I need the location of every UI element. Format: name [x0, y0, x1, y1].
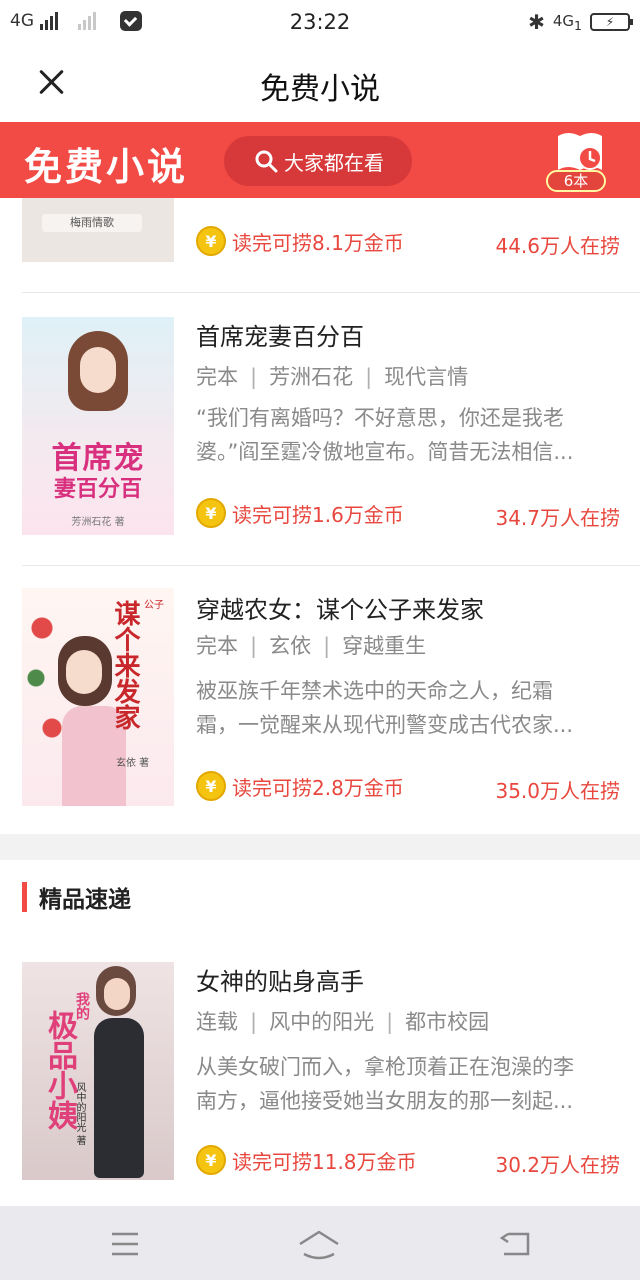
menu-icon[interactable]	[102, 1224, 148, 1264]
book-title[interactable]: 首席宠妻百分百	[196, 317, 364, 352]
book-description: 从美女破门而入，拿枪顶着正在泡澡的李 南方，逼他接受她当女朋友的那一刻起...	[196, 1055, 574, 1113]
book-meta: 连载 | 风中的阳光 | 都市校园	[196, 1010, 490, 1034]
book-status: 连载	[196, 1010, 238, 1034]
book-status: 完本	[196, 634, 238, 658]
book-meta: 完本 | 玄依 | 穿越重生	[196, 634, 427, 658]
readers-count: 34.7万人在捞	[495, 506, 620, 530]
book-genre: 穿越重生	[342, 634, 427, 658]
section-title: 精品速递	[39, 887, 131, 913]
search-icon	[255, 150, 278, 173]
list-item[interactable]: 极品小姨 我的 风中的阳光 著 女神的贴身高手 连载 | 风中的阳光 | 都市校园 从美…	[0, 938, 640, 1206]
readers-count: 44.6万人在捞	[495, 234, 620, 258]
cover-badge: 我的	[74, 992, 90, 1020]
coin-reward-text: 读完可捞11.8万金币	[232, 1149, 417, 1174]
bookshelf-icon	[558, 133, 602, 170]
coin-reward-text: 读完可捞2.8万金币	[232, 775, 404, 800]
coin-reward: ¥ 读完可捞8.1万金币	[196, 226, 404, 256]
list-item[interactable]: 梅雨情歌 ¥ 读完可捞8.1万金币 44.6万人在捞	[0, 198, 640, 292]
book-title[interactable]: 穿越农女：谋个公子来发家	[196, 590, 484, 625]
search-label: 大家都在看	[284, 150, 384, 175]
coin-icon: ¥	[196, 1145, 226, 1175]
title-bar: 免费小说	[0, 46, 640, 122]
coin-reward-text: 读完可捞8.1万金币	[232, 230, 404, 255]
book-feed[interactable]: 梅雨情歌 ¥ 读完可捞8.1万金币 44.6万人在捞 首席宠 妻百分百 芳洲石花…	[0, 198, 640, 1206]
list-item[interactable]: 谋个来发家 公子 玄依 著 穿越农女：谋个公子来发家 完本 | 玄依 | 穿越重生 被巫…	[0, 566, 640, 834]
cover-face	[104, 978, 130, 1010]
coin-icon: ¥	[196, 498, 226, 528]
book-meta: 完本 | 芳洲石花 | 现代言情	[196, 365, 469, 389]
section-accent-bar	[22, 882, 27, 912]
brand-banner: 免费小说 大家都在看 6本	[0, 122, 640, 198]
bluetooth-icon: ✱	[528, 10, 545, 34]
section-spacer	[0, 834, 640, 860]
coin-reward: ¥ 读完可捞2.8万金币	[196, 771, 404, 801]
coin-reward-text: 读完可捞1.6万金币	[232, 502, 404, 527]
book-cover: 极品小姨 我的 风中的阳光 著	[22, 962, 174, 1180]
cover-author-label: 玄依 著	[116, 758, 150, 769]
book-title[interactable]: 女神的贴身高手	[196, 962, 364, 997]
cover-author-label: 风中的阳光 著	[74, 1082, 85, 1146]
book-genre: 现代言情	[384, 365, 469, 389]
book-genre: 都市校园	[405, 1010, 490, 1034]
cover-badge: 公子	[144, 600, 164, 611]
system-nav-bar	[0, 1206, 640, 1280]
cover-title: 极品小姨	[42, 1010, 77, 1130]
search-button[interactable]: 大家都在看	[224, 136, 412, 186]
coin-reward: ¥ 读完可捞1.6万金币	[196, 498, 404, 528]
readers-count: 30.2万人在捞	[495, 1153, 620, 1177]
back-icon[interactable]	[492, 1224, 538, 1264]
book-status: 完本	[196, 365, 238, 389]
cover-face	[66, 650, 102, 694]
book-author: 芳洲石花	[269, 365, 354, 389]
book-author: 风中的阳光	[269, 1010, 375, 1034]
status-bar: 4G 23:22 ✱ 4G1 ⚡	[0, 0, 640, 46]
book-description: 被巫族千年禁术选中的天命之人，纪霜 霜，一觉醒来从现代刑警变成古代农家...	[196, 679, 574, 737]
brand-logo: 免费小说	[24, 145, 189, 189]
home-icon[interactable]	[296, 1224, 342, 1264]
network-right-label: 4G1	[552, 11, 582, 33]
cover-author-label: 芳洲石花 著	[71, 517, 125, 528]
book-author: 玄依	[269, 634, 312, 658]
page-title: 免费小说	[260, 72, 380, 107]
battery-icon: ⚡	[590, 13, 633, 31]
cover-face	[80, 347, 116, 393]
bookshelf-count-badge: 6本	[546, 170, 606, 192]
cover-dress	[94, 1018, 144, 1178]
coin-icon: ¥	[196, 226, 226, 256]
coin-reward: ¥ 读完可捞11.8万金币	[196, 1145, 417, 1175]
book-cover: 梅雨情歌	[22, 198, 174, 262]
cover-author-label: 梅雨情歌	[42, 214, 142, 232]
readers-count: 35.0万人在捞	[495, 779, 620, 803]
cover-subtitle: 妻百分百	[53, 477, 142, 502]
list-item[interactable]: 首席宠 妻百分百 芳洲石花 著 首席宠妻百分百 完本 | 芳洲石花 | 现代言情 “我们…	[0, 293, 640, 565]
book-cover: 首席宠 妻百分百 芳洲石花 著	[22, 317, 174, 535]
status-right: ✱ 4G1 ⚡	[528, 10, 633, 34]
book-description: “我们有离婚吗？不好意思，你还是我老 婆。”阎至霆冷傲地宣布。简昔无法相信...	[196, 406, 574, 464]
bookshelf-button[interactable]: 6本	[546, 130, 610, 192]
book-cover: 谋个来发家 公子 玄依 著	[22, 588, 174, 806]
section-header: 精品速递	[22, 880, 131, 914]
cover-title: 谋个来发家	[110, 600, 140, 730]
coin-icon: ¥	[196, 771, 226, 801]
